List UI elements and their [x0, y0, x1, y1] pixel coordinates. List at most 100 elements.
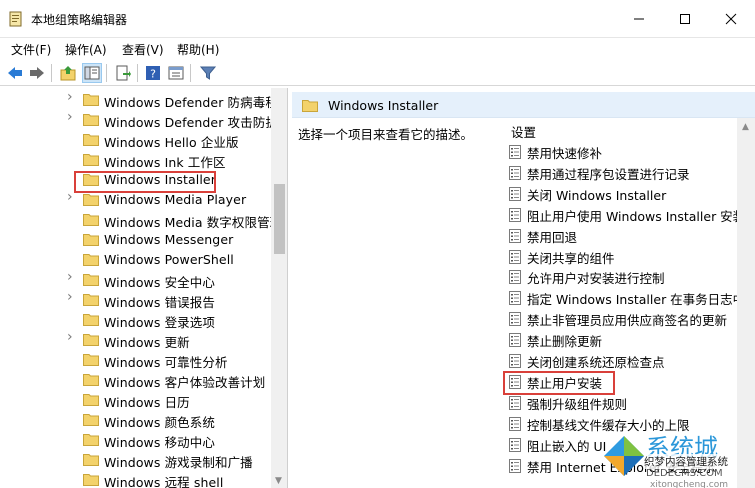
tree-item-label: Windows Hello 企业版	[104, 135, 239, 150]
tree-item-label: Windows Defender 攻击防护	[104, 115, 278, 130]
tree-item[interactable]: Windows PowerShell	[3, 250, 271, 270]
watermark: 系统城 织梦内容管理系统 DEDECMS.COM xitongcheng.com	[600, 428, 755, 488]
expand-chevron-icon[interactable]: ›	[67, 90, 77, 104]
setting-item[interactable]: 关闭 Windows Installer	[505, 183, 741, 204]
up-folder-button[interactable]	[58, 63, 78, 83]
tree-item[interactable]: Windows 客户体验改善计划	[3, 370, 271, 390]
policy-setting-icon	[509, 249, 521, 264]
tree-item[interactable]: Windows 移动中心	[3, 430, 271, 450]
close-icon	[725, 13, 737, 25]
tree-item-label: Windows PowerShell	[104, 252, 234, 267]
policy-setting-icon	[509, 354, 521, 368]
show-hide-tree-button[interactable]	[82, 63, 102, 83]
tree-item[interactable]: › Windows Media Player	[3, 190, 271, 210]
tree-item[interactable]: Windows Messenger	[3, 230, 271, 250]
tree-item-label: Windows 客户体验改善计划	[104, 375, 266, 390]
expand-chevron-icon[interactable]: ›	[67, 110, 77, 124]
setting-item[interactable]: 关闭创建系统还原检查点	[505, 350, 741, 371]
setting-label: 禁用快速修补	[527, 146, 603, 161]
setting-item[interactable]: 禁止非管理员应用供应商签名的更新	[505, 308, 741, 329]
setting-item[interactable]: 指定 Windows Installer 在事务日志中	[505, 287, 745, 308]
tree-pane[interactable]: › Windows Defender 防病毒程 › Windows Defender …	[3, 88, 288, 488]
tree-scrollbar-thumb[interactable]	[274, 184, 285, 254]
setting-label: 关闭共享的组件	[527, 250, 615, 266]
details-title: Windows Installer	[328, 98, 439, 113]
setting-item[interactable]: 禁用通过程序包设置进行记录	[505, 162, 741, 183]
setting-label: 阻止用户使用 Windows Installer 安装	[527, 208, 746, 224]
policy-setting-icon	[509, 458, 521, 473]
watermark-line1: 织梦内容管理系统	[644, 454, 728, 469]
policy-setting-icon	[509, 207, 521, 222]
minimize-button[interactable]	[616, 0, 662, 38]
menu-view[interactable]: 查看(V)	[122, 41, 164, 58]
close-button[interactable]	[708, 0, 754, 38]
maximize-icon	[680, 14, 690, 24]
tree-item-label: Windows Messenger	[104, 232, 234, 247]
properties-icon	[168, 66, 184, 80]
tree-item[interactable]: › Windows 更新	[3, 330, 271, 350]
expand-chevron-icon[interactable]: ›	[67, 290, 77, 304]
setting-label: 允许用户对安装进行控制	[527, 271, 665, 287]
tree-item[interactable]: Windows Ink 工作区	[3, 150, 271, 170]
tree-item-label: Windows Defender 防病毒程	[104, 95, 278, 110]
setting-label: 关闭创建系统还原检查点	[527, 355, 665, 370]
help-icon: ?	[146, 66, 160, 81]
folder-icon	[83, 234, 99, 246]
tree-item[interactable]: Windows Media 数字权限管理	[3, 210, 282, 230]
policy-setting-icon	[509, 145, 521, 159]
properties-button[interactable]	[166, 63, 186, 83]
tree-item[interactable]: › Windows 安全中心	[3, 270, 271, 290]
menu-action[interactable]: 操作(A)	[65, 41, 107, 58]
policy-setting-icon	[509, 437, 521, 452]
watermark-line2: DEDECMS.COM	[646, 468, 723, 479]
setting-item[interactable]: 阻止用户使用 Windows Installer 安装	[505, 204, 745, 225]
folder-icon	[83, 374, 99, 386]
setting-label: 禁用回退	[527, 229, 578, 245]
help-button[interactable]: ?	[143, 63, 163, 83]
tree-item-label: Windows 更新	[104, 335, 190, 350]
folder-icon	[83, 334, 99, 346]
filter-button[interactable]	[198, 63, 218, 83]
tree-item[interactable]: Windows 游戏录制和广播	[3, 450, 271, 470]
export-list-button[interactable]	[113, 63, 133, 83]
export-list-icon	[116, 65, 131, 81]
scroll-down-arrow-icon[interactable]: ▼	[275, 476, 282, 486]
tree-item[interactable]: › Windows Defender 防病毒程	[3, 90, 278, 110]
folder-icon	[83, 314, 99, 326]
tree-item[interactable]: Windows 可靠性分析	[3, 350, 271, 370]
tree-item[interactable]: Windows 颜色系统	[3, 410, 271, 430]
setting-item[interactable]: 禁用快速修补	[505, 141, 741, 162]
filter-icon	[200, 66, 216, 80]
tree-item-label: Windows 错误报告	[104, 295, 215, 310]
expand-chevron-icon[interactable]: ›	[67, 330, 77, 344]
menu-help[interactable]: 帮助(H)	[177, 41, 219, 58]
tree-item-label: Windows Media 数字权限管理	[104, 215, 283, 230]
group-policy-app-icon	[9, 11, 22, 27]
setting-item[interactable]: 允许用户对安装进行控制	[505, 266, 741, 287]
folder-icon	[83, 254, 99, 266]
policy-setting-icon	[509, 186, 521, 201]
tree-item-label: Windows 游戏录制和广播	[104, 455, 253, 470]
expand-chevron-icon[interactable]: ›	[67, 270, 77, 284]
setting-item[interactable]: 关闭共享的组件	[505, 246, 741, 267]
tree-item[interactable]: › Windows Defender 攻击防护	[3, 110, 278, 130]
scroll-up-arrow-icon[interactable]: ▲	[742, 122, 749, 132]
setting-item[interactable]: 禁止删除更新	[505, 329, 741, 350]
folder-icon	[83, 294, 99, 306]
tree-item[interactable]: › Windows 错误报告	[3, 290, 271, 310]
tree-item[interactable]: Windows 日历	[3, 390, 271, 410]
back-arrow-icon	[8, 67, 22, 79]
tree-item[interactable]: Windows 登录选项	[3, 310, 271, 330]
setting-item[interactable]: 禁用回退	[505, 225, 741, 246]
tree-scrollbar[interactable]: ▼	[271, 88, 287, 488]
policy-setting-icon	[509, 333, 521, 348]
tree-item[interactable]: Windows 远程 shell	[3, 470, 271, 488]
maximize-button[interactable]	[662, 0, 708, 38]
settings-column-header[interactable]: 设置	[511, 122, 536, 141]
tree-item[interactable]: Windows Hello 企业版	[3, 130, 271, 150]
folder-icon	[83, 214, 99, 226]
forward-button[interactable]	[27, 63, 47, 83]
folder-icon	[83, 194, 99, 206]
back-button[interactable]	[5, 63, 25, 83]
menu-file[interactable]: 文件(F)	[11, 41, 51, 58]
